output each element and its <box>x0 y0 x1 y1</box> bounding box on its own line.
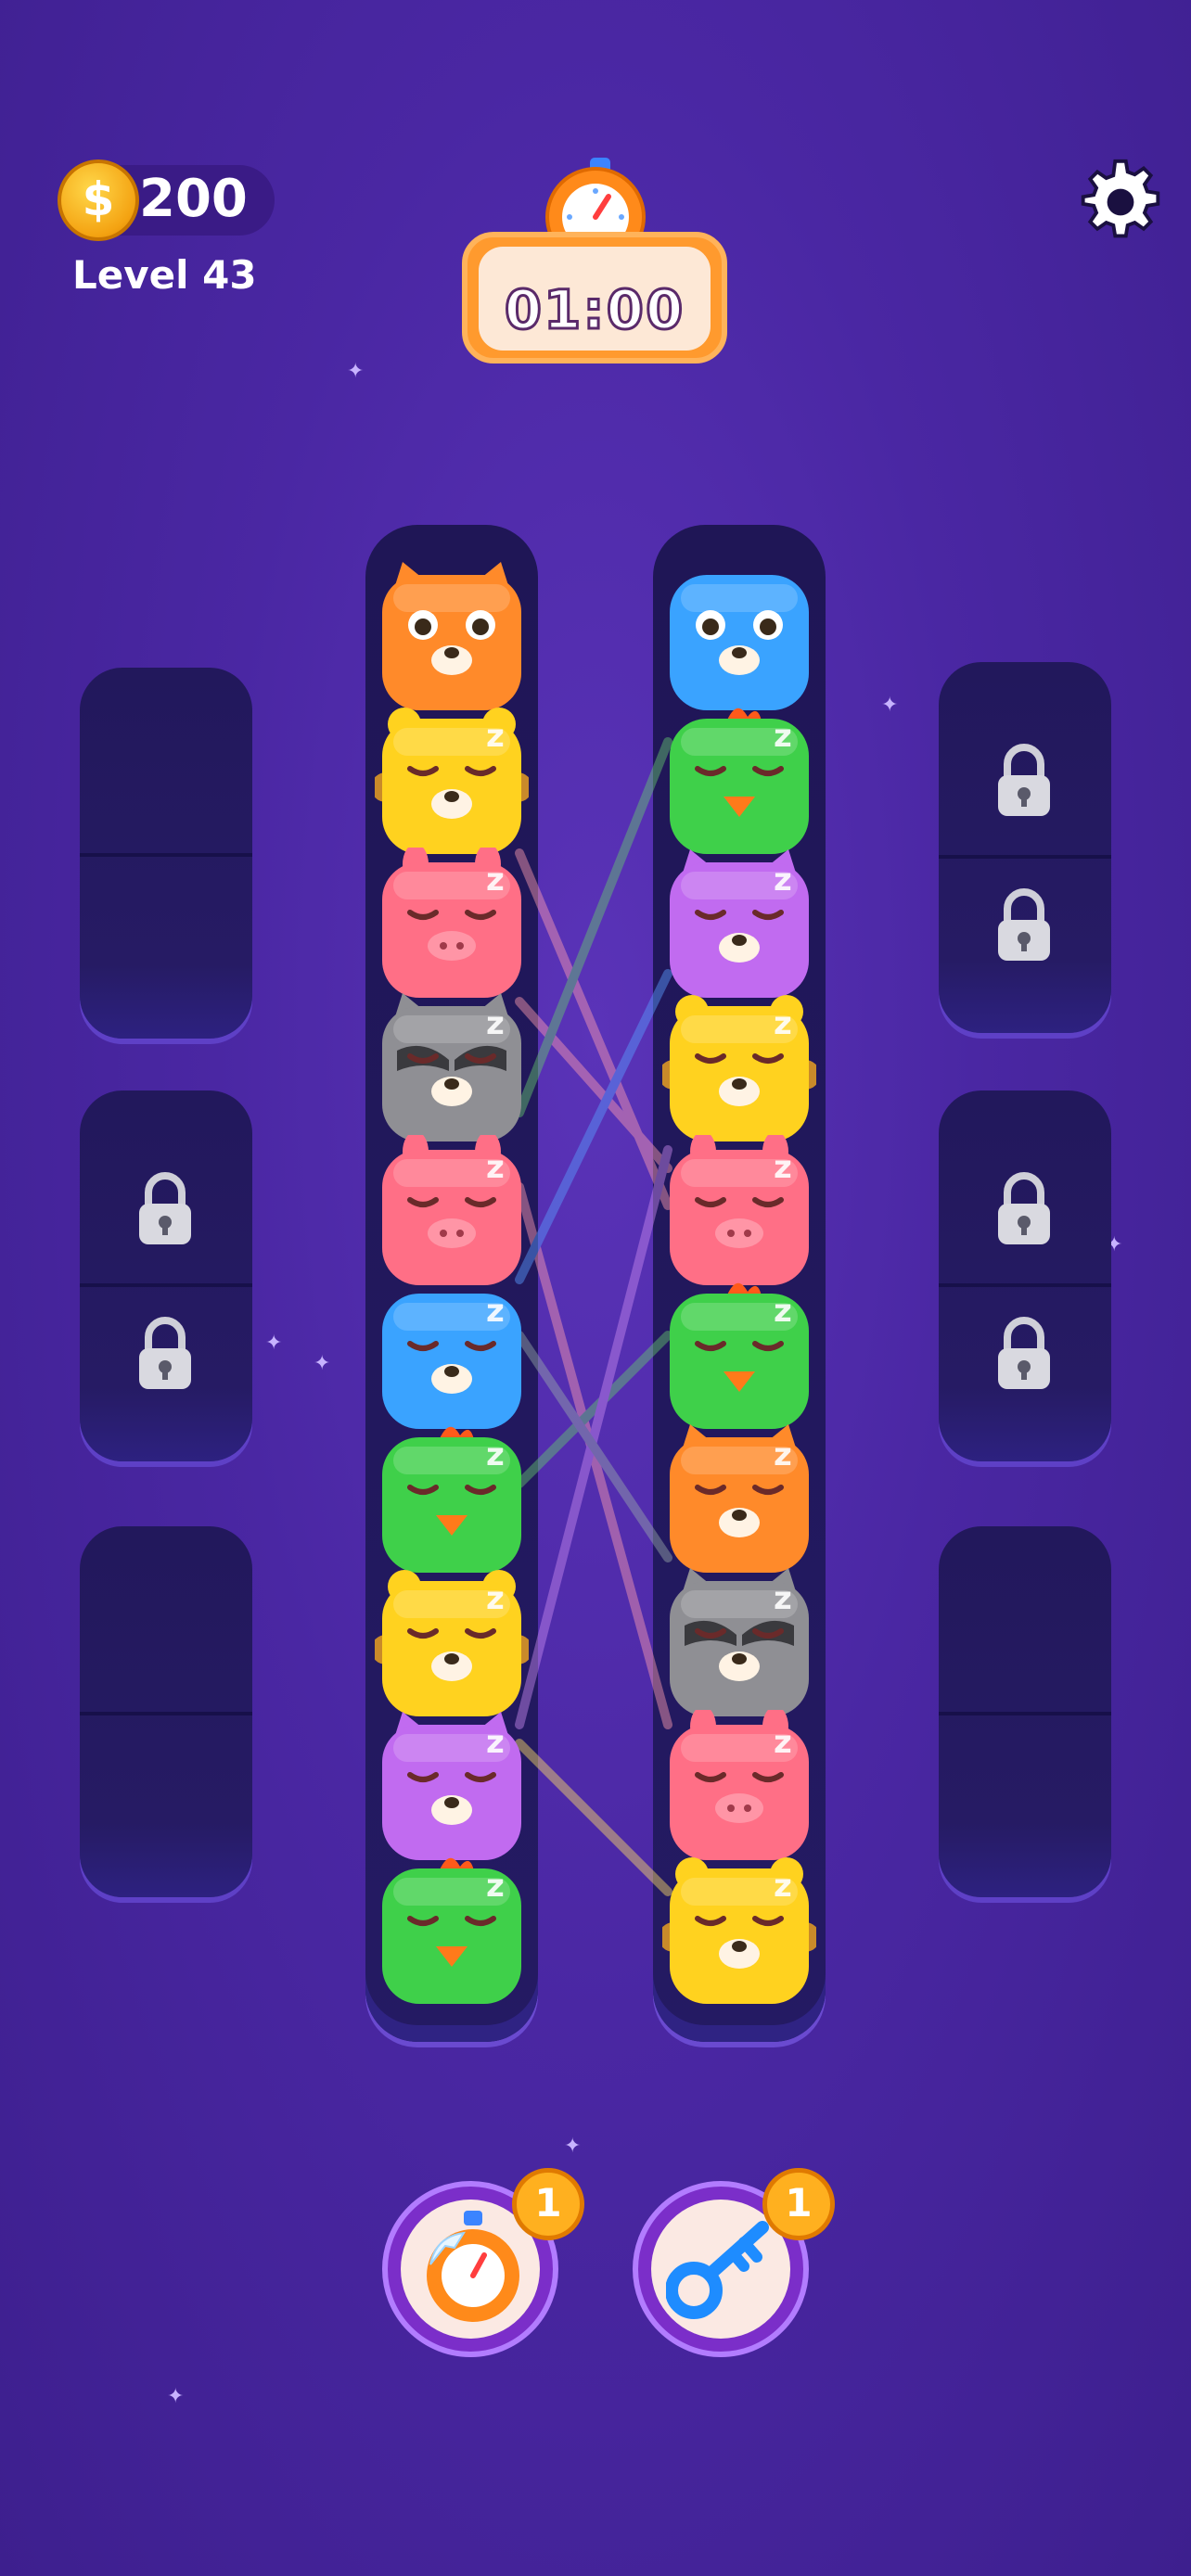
svg-text:z: z <box>486 861 505 899</box>
animal-block-lion[interactable]: z <box>371 704 532 858</box>
chicken-face-icon: z <box>670 1282 809 1429</box>
pig-face-icon: z <box>670 1706 809 1860</box>
animal-block-chicken[interactable]: z <box>375 1854 529 2008</box>
raccoon-face-icon: z <box>670 1568 809 1716</box>
owl-face-icon: z <box>382 1293 521 1429</box>
chicken-face-icon: z <box>382 1426 521 1573</box>
cat-face-icon: z <box>382 1712 521 1860</box>
chicken-face-icon: z <box>382 1857 521 2004</box>
animal-block-cat[interactable]: z <box>662 848 816 1001</box>
animal-block-fox[interactable]: z <box>662 1422 816 1576</box>
animal-block-pig[interactable]: z <box>662 1706 816 1864</box>
animal-block-chicken[interactable]: z <box>662 1279 816 1433</box>
svg-text:z: z <box>486 1293 505 1330</box>
animal-block-raccoon[interactable]: z <box>662 1566 816 1720</box>
pig-face-icon: z <box>382 1131 521 1285</box>
animal-block-lion[interactable]: z <box>659 991 820 1145</box>
animal-block-fox[interactable] <box>375 560 529 714</box>
svg-text:z: z <box>486 1724 505 1761</box>
animal-block-lion[interactable]: z <box>659 1854 820 2008</box>
lion-face-icon: z <box>371 1570 532 1716</box>
fox-face-icon <box>382 562 521 710</box>
animal-block-lion[interactable]: z <box>371 1566 532 1720</box>
svg-text:z: z <box>774 1436 792 1473</box>
svg-text:z: z <box>486 1868 505 1905</box>
frozen-stopwatch-icon <box>427 2211 519 2322</box>
fox-face-icon: z <box>670 1424 809 1573</box>
lion-face-icon: z <box>371 708 532 854</box>
animal-block-pig[interactable]: z <box>375 1131 529 1289</box>
animal-block-chicken[interactable]: z <box>662 704 816 858</box>
key-booster-count-badge: 1 <box>762 2168 835 2240</box>
animal-block-pig[interactable]: z <box>662 1131 816 1289</box>
svg-text:z: z <box>486 718 505 755</box>
svg-text:z: z <box>774 1724 792 1761</box>
animals-layer: z z z z z z z z z z z z z z z z z z <box>0 0 1191 2576</box>
chicken-face-icon: z <box>670 708 809 854</box>
owl-face-icon <box>670 575 809 710</box>
animal-block-cat[interactable]: z <box>375 1710 529 1864</box>
freeze-booster-count-badge: 1 <box>512 2168 584 2240</box>
svg-text:z: z <box>486 1149 505 1186</box>
svg-text:z: z <box>486 1580 505 1617</box>
animal-block-owl[interactable]: z <box>375 1279 529 1433</box>
lion-face-icon: z <box>659 1857 820 2004</box>
svg-text:z: z <box>774 861 792 899</box>
raccoon-face-icon: z <box>382 993 521 1141</box>
svg-text:z: z <box>774 718 792 755</box>
pig-face-icon: z <box>670 1131 809 1285</box>
animal-block-chicken[interactable]: z <box>375 1422 529 1576</box>
pig-face-icon: z <box>382 844 521 998</box>
animal-block-owl[interactable] <box>662 560 816 714</box>
animal-block-pig[interactable]: z <box>375 844 529 1001</box>
svg-text:z: z <box>774 1005 792 1042</box>
lion-face-icon: z <box>659 995 820 1141</box>
svg-text:z: z <box>774 1580 792 1617</box>
key-icon <box>666 2221 769 2319</box>
svg-text:z: z <box>486 1436 505 1473</box>
svg-text:z: z <box>486 1005 505 1042</box>
cat-face-icon: z <box>670 849 809 998</box>
svg-text:z: z <box>774 1868 792 1905</box>
animal-block-raccoon[interactable]: z <box>375 991 529 1145</box>
svg-text:z: z <box>774 1149 792 1186</box>
svg-text:z: z <box>774 1293 792 1330</box>
